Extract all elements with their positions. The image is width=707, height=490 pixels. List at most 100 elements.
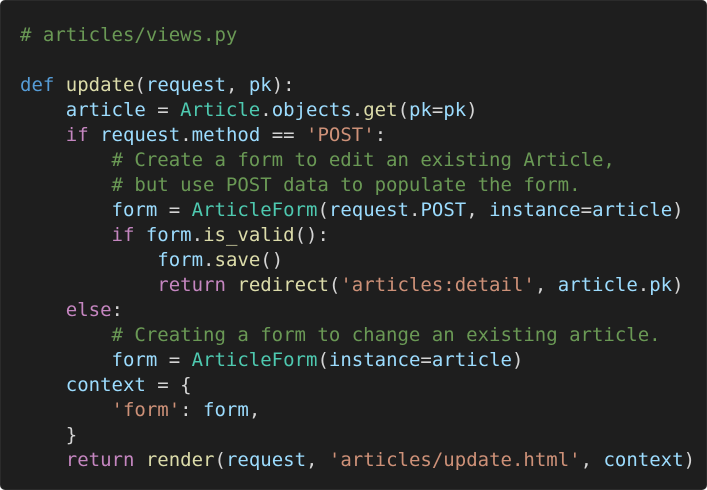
code-token-punct: , xyxy=(306,449,329,471)
code-token-operator: = xyxy=(157,199,192,221)
code-token-control: else xyxy=(65,299,112,321)
code-token-variable: pk xyxy=(649,274,673,296)
code-token-operator: = xyxy=(145,374,181,396)
code-line: if request.method == 'POST': xyxy=(20,123,695,148)
code-token-punct: ) xyxy=(511,349,524,371)
code-token-punct: , xyxy=(534,274,558,296)
code-line: return render(request, 'articles/update.… xyxy=(20,448,695,473)
code-token-punct: { xyxy=(180,374,192,396)
code-token-control: if xyxy=(111,224,135,246)
code-token-punct: ( xyxy=(328,274,341,296)
code-token-operator: = xyxy=(420,349,432,371)
code-token-variable: form xyxy=(145,224,192,246)
code-token-variable: article xyxy=(557,274,638,296)
code-token-punct: ) xyxy=(683,449,696,471)
code-token-variable: instance xyxy=(489,199,581,221)
code-token-variable: request xyxy=(328,199,409,221)
code-token-variable: objects xyxy=(271,99,352,121)
code-token-function: render xyxy=(145,449,215,471)
code-line: # Creating a form to change an existing … xyxy=(20,323,695,348)
code-editor[interactable]: # articles/views.py def update(request, p… xyxy=(0,0,707,490)
code-token-string: 'articles:detail' xyxy=(340,274,535,296)
code-token-operator: = xyxy=(157,349,192,371)
code-token-punct: () xyxy=(260,249,284,271)
code-token-punct: , xyxy=(580,449,604,471)
code-line: form = ArticleForm(request.POST, instanc… xyxy=(20,198,695,223)
code-token-string: 'form' xyxy=(111,399,181,421)
code-line: return redirect('articles:detail', artic… xyxy=(20,273,695,298)
code-token-operator: == xyxy=(260,124,307,146)
code-token-variable: form xyxy=(111,349,158,371)
code-token-function: get xyxy=(363,99,398,121)
code-token-punct: ) xyxy=(672,199,684,221)
code-token-function: redirect xyxy=(237,274,329,296)
code-token-punct: . xyxy=(260,99,272,121)
code-token-comment: # articles/views.py xyxy=(20,24,238,46)
code-token-operator: = xyxy=(145,99,181,121)
code-token-variable: article xyxy=(592,199,673,221)
code-token-keyword: def xyxy=(20,74,55,96)
code-line: else: xyxy=(20,298,695,323)
code-token-comment: # Create a form to edit an existing Arti… xyxy=(111,149,615,171)
code-token-variable: article xyxy=(431,349,512,371)
code-token-variable: form xyxy=(157,249,204,271)
code-line: } xyxy=(20,423,695,448)
code-token-punct: . xyxy=(351,99,364,121)
code-token-punct: (): xyxy=(294,224,329,246)
code-token-punct: ( xyxy=(317,349,329,371)
code-line: # Create a form to edit an existing Arti… xyxy=(20,148,695,173)
code-token-string: 'POST' xyxy=(306,124,375,146)
code-token-punct: , xyxy=(225,74,249,96)
code-token-punct: ( xyxy=(397,99,410,121)
code-token-punct: ) xyxy=(466,99,478,121)
code-token-punct: . xyxy=(180,124,192,146)
code-token-variable: context xyxy=(65,374,146,396)
code-token-class: ArticleForm xyxy=(191,349,318,371)
code-line: # but use POST data to populate the form… xyxy=(20,173,695,198)
code-token-comment: # but use POST data to populate the form… xyxy=(111,174,581,196)
code-token-variable: request xyxy=(145,74,226,96)
code-token-punct: ( xyxy=(134,74,146,96)
code-token-variable: pk xyxy=(443,99,467,121)
code-token-variable: pk xyxy=(248,74,272,96)
code-line: form = ArticleForm(instance=article) xyxy=(20,348,695,373)
code-token-variable: request xyxy=(225,449,307,471)
code-token-punct: . xyxy=(203,249,215,271)
code-token-punct: . xyxy=(408,199,421,221)
code-token-control: return xyxy=(65,449,135,471)
code-token-punct: : xyxy=(374,124,387,146)
code-token-string: 'articles/update.html' xyxy=(328,449,581,471)
code-token-punct: : xyxy=(180,399,204,421)
code-line: # articles/views.py xyxy=(20,23,695,48)
code-token-punct: ): xyxy=(271,74,295,96)
code-token-punct: : xyxy=(111,299,123,321)
code-token-punct: } xyxy=(65,424,78,446)
code-token-punct: ) xyxy=(672,274,684,296)
code-line: 'form': form, xyxy=(20,398,695,423)
code-line: context = { xyxy=(20,373,695,398)
code-token-punct: , xyxy=(466,199,490,221)
code-token-variable: method xyxy=(191,124,261,146)
code-token-variable: pk xyxy=(409,99,432,121)
code-token-control: if xyxy=(65,124,89,146)
code-token-variable: article xyxy=(65,99,146,121)
code-line: def update(request, pk): xyxy=(20,73,695,98)
code-token-punct: , xyxy=(248,399,261,421)
code-block: # articles/views.py def update(request, p… xyxy=(20,23,695,473)
